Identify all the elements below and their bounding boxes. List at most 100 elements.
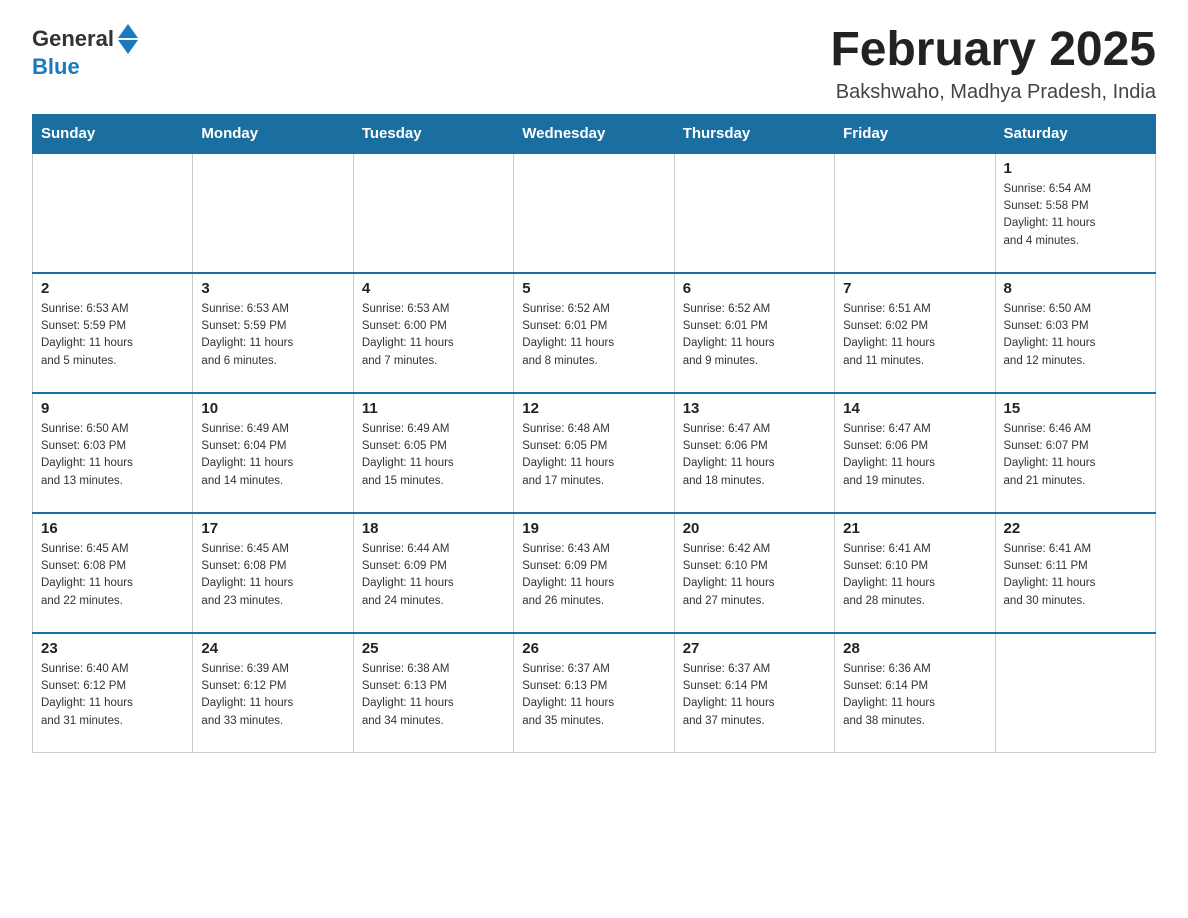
day-number: 18 — [362, 520, 505, 537]
day-number: 23 — [41, 640, 184, 657]
day-number: 3 — [201, 280, 344, 297]
day-info: Sunrise: 6:54 AMSunset: 5:58 PMDaylight:… — [1004, 181, 1147, 250]
day-info: Sunrise: 6:43 AMSunset: 6:09 PMDaylight:… — [522, 541, 665, 610]
day-cell-4-7: 22 Sunrise: 6:41 AMSunset: 6:11 PMDayligh… — [995, 513, 1155, 633]
day-info: Sunrise: 6:41 AMSunset: 6:11 PMDaylight:… — [1004, 541, 1147, 610]
day-number: 28 — [843, 640, 986, 657]
day-cell-4-6: 21 Sunrise: 6:41 AMSunset: 6:10 PMDayligh… — [835, 513, 995, 633]
day-cell-3-3: 11 Sunrise: 6:49 AMSunset: 6:05 PMDayligh… — [353, 393, 513, 513]
header-saturday: Saturday — [995, 114, 1155, 153]
day-cell-3-6: 14 Sunrise: 6:47 AMSunset: 6:06 PMDayligh… — [835, 393, 995, 513]
day-cell-2-4: 5Sunrise: 6:52 AMSunset: 6:01 PMDaylight… — [514, 273, 674, 393]
day-cell-3-1: 9Sunrise: 6:50 AMSunset: 6:03 PMDaylight… — [33, 393, 193, 513]
day-cell-5-5: 27 Sunrise: 6:37 AMSunset: 6:14 PMDayligh… — [674, 633, 834, 753]
day-info: Sunrise: 6:37 AMSunset: 6:13 PMDaylight:… — [522, 661, 665, 730]
logo: General Blue — [32, 24, 138, 80]
day-info: Sunrise: 6:38 AMSunset: 6:13 PMDaylight:… — [362, 661, 505, 730]
day-info: Sunrise: 6:41 AMSunset: 6:10 PMDaylight:… — [843, 541, 986, 610]
day-number: 10 — [201, 400, 344, 417]
day-info: Sunrise: 6:44 AMSunset: 6:09 PMDaylight:… — [362, 541, 505, 610]
day-cell-1-1 — [33, 153, 193, 273]
day-info: Sunrise: 6:45 AMSunset: 6:08 PMDaylight:… — [201, 541, 344, 610]
day-number: 25 — [362, 640, 505, 657]
day-cell-4-5: 20 Sunrise: 6:42 AMSunset: 6:10 PMDayligh… — [674, 513, 834, 633]
day-cell-2-6: 7Sunrise: 6:51 AMSunset: 6:02 PMDaylight… — [835, 273, 995, 393]
day-cell-3-4: 12 Sunrise: 6:48 AMSunset: 6:05 PMDayligh… — [514, 393, 674, 513]
day-number: 13 — [683, 400, 826, 417]
day-info: Sunrise: 6:53 AMSunset: 6:00 PMDaylight:… — [362, 301, 505, 370]
page-header: General Blue February 2025 Bakshwaho, Ma… — [32, 24, 1156, 104]
day-cell-5-2: 24 Sunrise: 6:39 AMSunset: 6:12 PMDayligh… — [193, 633, 353, 753]
day-number: 1 — [1004, 160, 1147, 177]
day-info: Sunrise: 6:42 AMSunset: 6:10 PMDaylight:… — [683, 541, 826, 610]
day-number: 4 — [362, 280, 505, 297]
day-info: Sunrise: 6:50 AMSunset: 6:03 PMDaylight:… — [1004, 301, 1147, 370]
day-cell-5-3: 25 Sunrise: 6:38 AMSunset: 6:13 PMDayligh… — [353, 633, 513, 753]
day-number: 12 — [522, 400, 665, 417]
day-number: 14 — [843, 400, 986, 417]
day-number: 2 — [41, 280, 184, 297]
weekday-header-row: Sunday Monday Tuesday Wednesday Thursday… — [33, 114, 1156, 153]
day-info: Sunrise: 6:39 AMSunset: 6:12 PMDaylight:… — [201, 661, 344, 730]
week-row-2: 2 Sunrise: 6:53 AMSunset: 5:59 PMDaylight… — [33, 273, 1156, 393]
day-cell-3-5: 13Sunrise: 6:47 AMSunset: 6:06 PMDayligh… — [674, 393, 834, 513]
day-cell-1-3 — [353, 153, 513, 273]
day-number: 20 — [683, 520, 826, 537]
header-monday: Monday — [193, 114, 353, 153]
day-info: Sunrise: 6:53 AMSunset: 5:59 PMDaylight:… — [201, 301, 344, 370]
day-cell-2-2: 3 Sunrise: 6:53 AMSunset: 5:59 PMDaylight… — [193, 273, 353, 393]
day-number: 16 — [41, 520, 184, 537]
day-info: Sunrise: 6:48 AMSunset: 6:05 PMDaylight:… — [522, 421, 665, 490]
day-info: Sunrise: 6:40 AMSunset: 6:12 PMDaylight:… — [41, 661, 184, 730]
day-info: Sunrise: 6:52 AMSunset: 6:01 PMDaylight:… — [683, 301, 826, 370]
day-cell-1-4 — [514, 153, 674, 273]
day-cell-2-5: 6 Sunrise: 6:52 AMSunset: 6:01 PMDaylight… — [674, 273, 834, 393]
day-cell-1-6 — [835, 153, 995, 273]
day-info: Sunrise: 6:46 AMSunset: 6:07 PMDaylight:… — [1004, 421, 1147, 490]
day-number: 19 — [522, 520, 665, 537]
logo-blue: Blue — [32, 54, 80, 79]
calendar-title: February 2025 — [830, 24, 1156, 77]
day-number: 8 — [1004, 280, 1147, 297]
day-number: 27 — [683, 640, 826, 657]
header-sunday: Sunday — [33, 114, 193, 153]
day-number: 26 — [522, 640, 665, 657]
day-number: 22 — [1004, 520, 1147, 537]
week-row-1: 1 Sunrise: 6:54 AMSunset: 5:58 PMDaylight… — [33, 153, 1156, 273]
day-info: Sunrise: 6:50 AMSunset: 6:03 PMDaylight:… — [41, 421, 184, 490]
day-info: Sunrise: 6:37 AMSunset: 6:14 PMDaylight:… — [683, 661, 826, 730]
day-cell-1-2 — [193, 153, 353, 273]
day-cell-1-5 — [674, 153, 834, 273]
day-cell-5-4: 26 Sunrise: 6:37 AMSunset: 6:13 PMDayligh… — [514, 633, 674, 753]
day-cell-3-7: 15Sunrise: 6:46 AMSunset: 6:07 PMDayligh… — [995, 393, 1155, 513]
day-number: 21 — [843, 520, 986, 537]
day-number: 7 — [843, 280, 986, 297]
day-cell-2-7: 8 Sunrise: 6:50 AMSunset: 6:03 PMDaylight… — [995, 273, 1155, 393]
calendar-subtitle: Bakshwaho, Madhya Pradesh, India — [830, 81, 1156, 104]
day-info: Sunrise: 6:49 AMSunset: 6:05 PMDaylight:… — [362, 421, 505, 490]
title-area: February 2025 Bakshwaho, Madhya Pradesh,… — [830, 24, 1156, 104]
day-cell-5-7 — [995, 633, 1155, 753]
day-cell-1-7: 1 Sunrise: 6:54 AMSunset: 5:58 PMDaylight… — [995, 153, 1155, 273]
header-wednesday: Wednesday — [514, 114, 674, 153]
day-cell-5-1: 23 Sunrise: 6:40 AMSunset: 6:12 PMDayligh… — [33, 633, 193, 753]
day-cell-2-3: 4 Sunrise: 6:53 AMSunset: 6:00 PMDaylight… — [353, 273, 513, 393]
logo-triangle-down — [118, 40, 138, 54]
day-cell-2-1: 2Sunrise: 6:53 AMSunset: 5:59 PMDaylight… — [33, 273, 193, 393]
header-tuesday: Tuesday — [353, 114, 513, 153]
day-number: 24 — [201, 640, 344, 657]
logo-general: General — [32, 26, 114, 52]
day-info: Sunrise: 6:49 AMSunset: 6:04 PMDaylight:… — [201, 421, 344, 490]
week-row-4: 16 Sunrise: 6:45 AMSunset: 6:08 PMDayligh… — [33, 513, 1156, 633]
day-number: 11 — [362, 400, 505, 417]
day-number: 17 — [201, 520, 344, 537]
day-cell-4-2: 17 Sunrise: 6:45 AMSunset: 6:08 PMDayligh… — [193, 513, 353, 633]
header-friday: Friday — [835, 114, 995, 153]
day-cell-3-2: 10 Sunrise: 6:49 AMSunset: 6:04 PMDayligh… — [193, 393, 353, 513]
day-cell-4-1: 16Sunrise: 6:45 AMSunset: 6:08 PMDayligh… — [33, 513, 193, 633]
day-info: Sunrise: 6:52 AMSunset: 6:01 PMDaylight:… — [522, 301, 665, 370]
logo-triangle-up — [118, 24, 138, 38]
day-info: Sunrise: 6:47 AMSunset: 6:06 PMDaylight:… — [843, 421, 986, 490]
day-number: 6 — [683, 280, 826, 297]
day-info: Sunrise: 6:36 AMSunset: 6:14 PMDaylight:… — [843, 661, 986, 730]
